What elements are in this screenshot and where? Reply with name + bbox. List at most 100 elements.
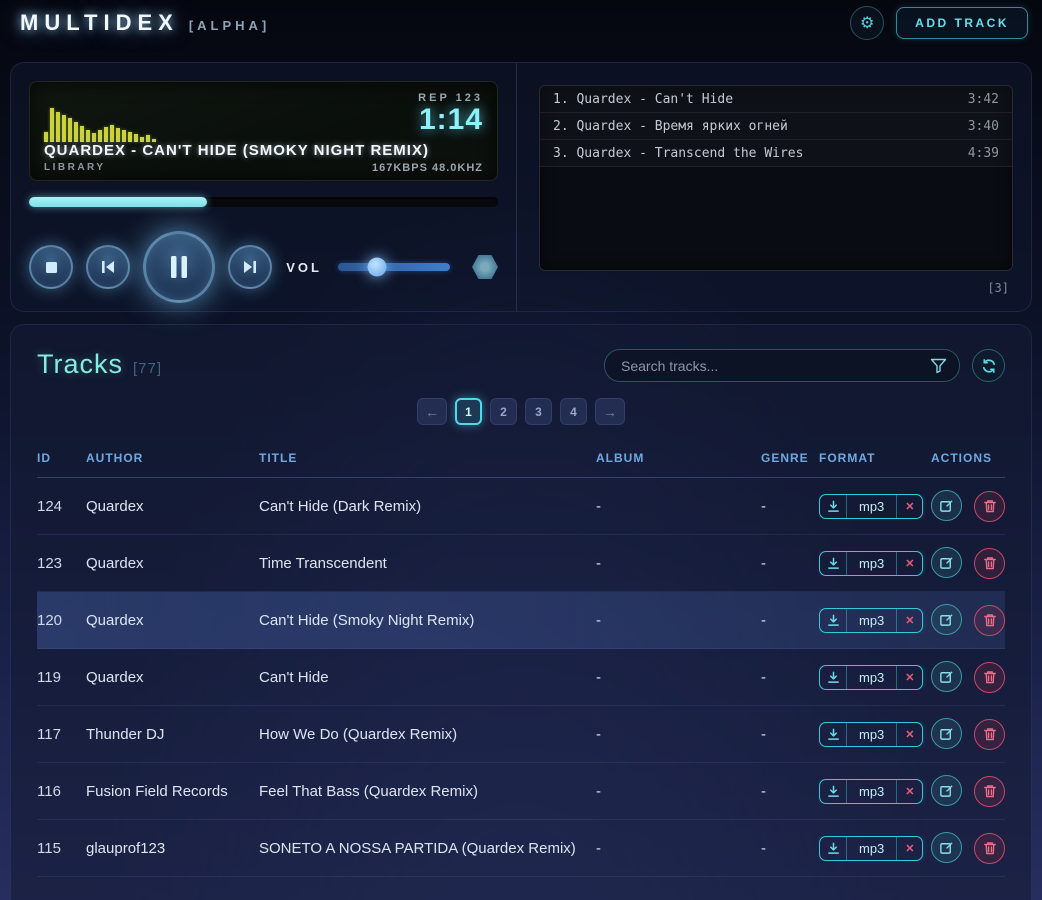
cell-actions	[931, 775, 1005, 807]
download-button[interactable]	[820, 666, 847, 689]
cell-album: -	[596, 555, 761, 572]
delete-button[interactable]	[974, 662, 1005, 693]
column-header-album: ALBUM	[596, 451, 761, 465]
cell-format: mp3 ✕	[819, 608, 931, 633]
delete-button[interactable]	[974, 833, 1005, 864]
cell-actions	[931, 661, 1005, 693]
app-title: MULTIDEX	[20, 10, 179, 36]
seek-bar[interactable]	[29, 197, 498, 207]
download-button[interactable]	[820, 837, 847, 860]
trash-icon	[983, 556, 997, 570]
cell-author: Quardex	[86, 498, 259, 515]
remove-format-button[interactable]: ✕	[896, 666, 922, 689]
table-row[interactable]: 115 glauprof123 SONETO A NOSSA PARTIDA (…	[37, 820, 1005, 877]
remove-format-button[interactable]: ✕	[896, 495, 922, 518]
table-row[interactable]: 117 Thunder DJ How We Do (Quardex Remix)…	[37, 706, 1005, 763]
table-row[interactable]: 124 Quardex Can't Hide (Dark Remix) - - …	[37, 478, 1005, 535]
pause-button[interactable]	[143, 231, 215, 303]
table-row[interactable]: 120 Quardex Can't Hide (Smoky Night Remi…	[37, 592, 1005, 649]
cell-album: -	[596, 612, 761, 629]
cell-title: Can't Hide (Dark Remix)	[259, 498, 596, 515]
volume-slider-thumb[interactable]	[368, 258, 387, 277]
column-header-title: TITLE	[259, 451, 596, 465]
spectrum-bar	[68, 118, 72, 142]
stop-button[interactable]	[29, 245, 73, 289]
edit-button[interactable]	[931, 547, 962, 578]
playlist-item[interactable]: 3. Quardex - Transcend the Wires 4:39	[540, 140, 1012, 167]
format-label: mp3	[847, 613, 896, 628]
trash-icon	[983, 670, 997, 684]
pagination-page-1[interactable]: 1	[455, 398, 482, 425]
edit-button[interactable]	[931, 718, 962, 749]
download-button[interactable]	[820, 495, 847, 518]
delete-button[interactable]	[974, 776, 1005, 807]
remove-format-button[interactable]: ✕	[896, 780, 922, 803]
download-button[interactable]	[820, 609, 847, 632]
remove-format-button[interactable]: ✕	[896, 609, 922, 632]
equalizer-hex-button[interactable]	[472, 254, 498, 280]
source-label: LIBRARY	[44, 162, 106, 174]
add-track-button[interactable]: ADD TRACK	[896, 7, 1028, 39]
cell-author: glauprof123	[86, 840, 259, 857]
spectrum-bar	[134, 134, 138, 142]
top-bar: MULTIDEX [ALPHA] ⚙ ADD TRACK	[0, 0, 1042, 46]
cell-id: 115	[37, 840, 86, 857]
bitrate-label: 167KBPS 48.0KHZ	[372, 162, 483, 174]
cell-actions	[931, 490, 1005, 522]
table-row[interactable]: 119 Quardex Can't Hide - - mp3 ✕	[37, 649, 1005, 706]
pagination-page-4[interactable]: 4	[560, 398, 587, 425]
spectrum-visualizer	[44, 96, 156, 142]
playlist-item[interactable]: 1. Quardex - Can't Hide 3:42	[540, 86, 1012, 113]
cell-title: Feel That Bass (Quardex Remix)	[259, 783, 596, 800]
column-header-author: AUTHOR	[86, 451, 259, 465]
edit-button[interactable]	[931, 775, 962, 806]
filter-icon[interactable]	[930, 358, 947, 374]
remove-format-button[interactable]: ✕	[896, 837, 922, 860]
pagination-next-button[interactable]: →	[595, 398, 625, 425]
app-version-badge: [ALPHA]	[189, 18, 270, 33]
pagination-prev-button[interactable]: ←	[417, 398, 447, 425]
edit-button[interactable]	[931, 604, 962, 635]
refresh-icon	[981, 358, 997, 374]
settings-button[interactable]: ⚙	[850, 6, 884, 40]
trash-icon	[983, 613, 997, 627]
edit-button[interactable]	[931, 832, 962, 863]
delete-button[interactable]	[974, 548, 1005, 579]
remove-format-button[interactable]: ✕	[896, 552, 922, 575]
spectrum-bar	[50, 108, 54, 142]
cell-format: mp3 ✕	[819, 551, 931, 576]
volume-slider[interactable]	[338, 263, 450, 271]
format-label: mp3	[847, 499, 896, 514]
delete-button[interactable]	[974, 491, 1005, 522]
playlist-item[interactable]: 2. Quardex - Время ярких огней 3:40	[540, 113, 1012, 140]
download-button[interactable]	[820, 723, 847, 746]
table-row[interactable]: 116 Fusion Field Records Feel That Bass …	[37, 763, 1005, 820]
download-icon	[827, 614, 840, 627]
next-track-button[interactable]	[228, 245, 272, 289]
refresh-button[interactable]	[972, 349, 1005, 382]
previous-track-button[interactable]	[86, 245, 130, 289]
delete-button[interactable]	[974, 719, 1005, 750]
pagination-page-3[interactable]: 3	[525, 398, 552, 425]
download-button[interactable]	[820, 780, 847, 803]
edit-button[interactable]	[931, 661, 962, 692]
delete-button[interactable]	[974, 605, 1005, 636]
cell-format: mp3 ✕	[819, 836, 931, 861]
cell-title: Can't Hide	[259, 669, 596, 686]
download-button[interactable]	[820, 552, 847, 575]
format-badge: mp3 ✕	[819, 608, 923, 633]
transport-controls: VOL	[29, 231, 498, 303]
remove-format-button[interactable]: ✕	[896, 723, 922, 746]
column-header-actions: ACTIONS	[931, 451, 1005, 465]
cell-album: -	[596, 840, 761, 857]
cell-author: Quardex	[86, 555, 259, 572]
table-row[interactable]: 123 Quardex Time Transcendent - - mp3 ✕	[37, 535, 1005, 592]
search-input[interactable]	[621, 358, 930, 374]
volume-control: VOL	[286, 254, 498, 280]
format-label: mp3	[847, 556, 896, 571]
player-panel: REP 123 1:14 QUARDEX - CAN'T HIDE (SMOKY…	[11, 63, 517, 311]
pagination-page-2[interactable]: 2	[490, 398, 517, 425]
format-label: mp3	[847, 784, 896, 799]
edit-button[interactable]	[931, 490, 962, 521]
format-label: mp3	[847, 670, 896, 685]
